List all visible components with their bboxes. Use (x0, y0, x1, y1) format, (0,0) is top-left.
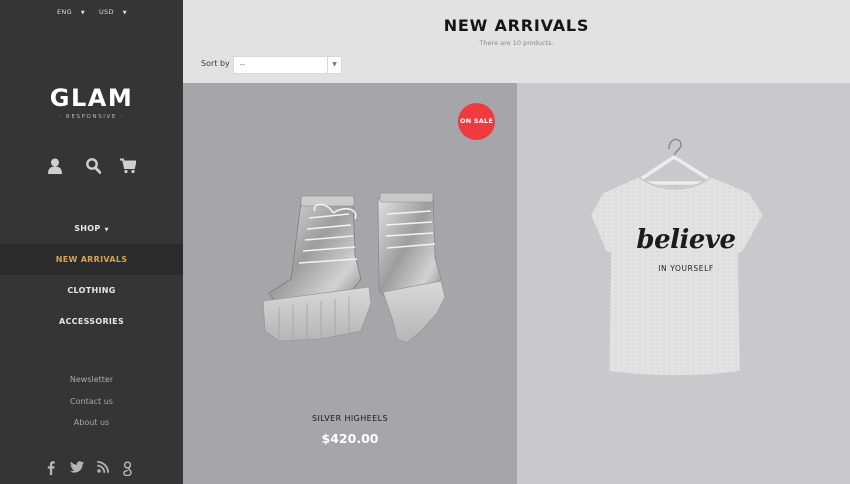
sort-label: Sort by (201, 59, 230, 68)
social-links (0, 461, 183, 477)
nav-item-shop[interactable]: SHOP ▼ (0, 213, 183, 244)
language-value: ENG (57, 8, 72, 16)
chevron-down-icon: ▼ (122, 10, 127, 16)
currency-selector[interactable]: USD ▼ (99, 8, 127, 16)
chevron-down-icon: ▼ (80, 10, 86, 16)
main-content: NEW ARRIVALS There are 10 products. Sort… (183, 0, 850, 484)
tshirt-print-in-yourself: IN YOURSELF (658, 264, 714, 273)
sort-select-value: -- (240, 61, 246, 69)
page-title: NEW ARRIVALS (443, 16, 590, 35)
link-newsletter[interactable]: Newsletter (0, 373, 183, 395)
nav-item-clothing[interactable]: CLOTHING (0, 275, 183, 306)
nav-item-label: NEW ARRIVALS (55, 255, 128, 264)
header-icons (0, 158, 183, 178)
facebook-icon[interactable] (47, 461, 55, 475)
user-icon[interactable] (48, 158, 62, 174)
product-name[interactable]: SILVER HIGHEELS (183, 414, 517, 423)
cart-icon[interactable] (120, 158, 136, 174)
tshirt-print-believe: believe (636, 225, 736, 255)
nav-item-new-arrivals[interactable]: NEW ARRIVALS (0, 244, 183, 275)
product-card-believe-tee[interactable]: believe IN YOURSELF (517, 83, 850, 484)
sidebar: ENG ▼ USD ▼ GLAM · RESPONSIVE · SHOP ▼ NEW … (0, 0, 183, 484)
chevron-down-icon: ▼ (327, 57, 341, 73)
logo[interactable]: GLAM · RESPONSIVE · (0, 84, 183, 120)
nav-item-accessories[interactable]: ACCESSORIES (0, 306, 183, 337)
product-count: There are 10 products. (479, 39, 554, 47)
language-selector[interactable]: ENG ▼ (57, 8, 85, 16)
sort-select[interactable]: -- ▼ (233, 56, 342, 74)
topbar: ENG ▼ USD ▼ (0, 8, 183, 18)
product-card-silver-higheels[interactable]: ON SALE SILVER HIGHEELS $420.00 (183, 83, 517, 484)
logo-brand: GLAM (49, 84, 134, 112)
nav-item-label: CLOTHING (67, 286, 116, 295)
currency-value: USD (99, 8, 114, 16)
product-image-boots (262, 192, 446, 344)
search-icon[interactable] (86, 158, 101, 174)
twitter-icon[interactable] (70, 461, 84, 473)
logo-tagline: · RESPONSIVE · (59, 114, 124, 120)
nav-item-label: SHOP (74, 224, 101, 233)
link-contact-us[interactable]: Contact us (0, 395, 183, 417)
nav-item-label: ACCESSORIES (58, 317, 125, 326)
chevron-down-icon: ▼ (104, 227, 109, 233)
footer-links: Newsletter Contact us About us (0, 373, 183, 438)
google-plus-icon[interactable] (123, 461, 132, 476)
rss-icon[interactable] (97, 461, 109, 473)
link-about-us[interactable]: About us (0, 416, 183, 438)
main-nav: SHOP ▼ NEW ARRIVALS CLOTHING ACCESSORIES (0, 213, 183, 337)
product-price: $420.00 (321, 431, 379, 446)
